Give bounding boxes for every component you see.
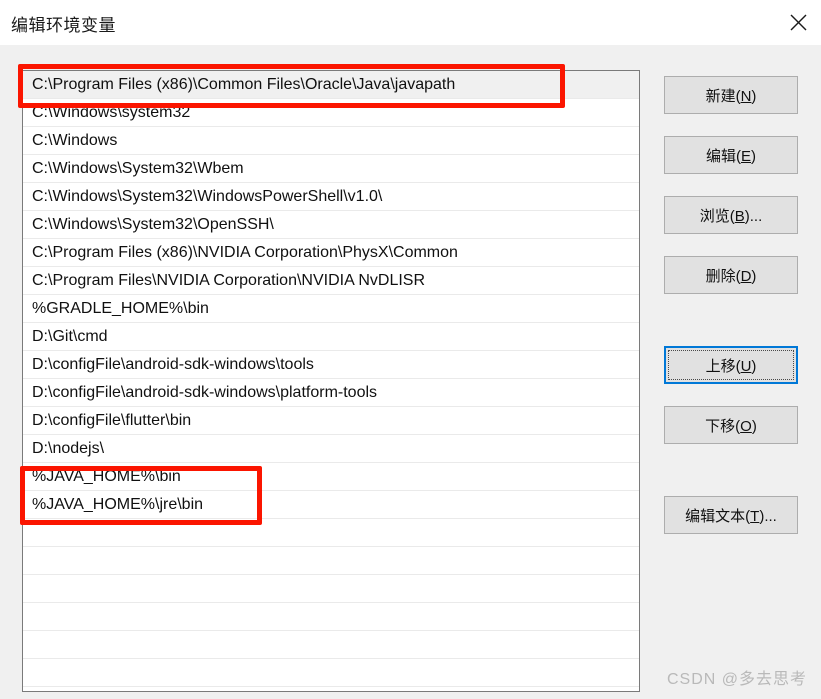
move-up-button-label: 上移(U) <box>705 357 757 375</box>
edit-text-button[interactable]: 编辑文本(T)... <box>664 496 798 534</box>
path-listbox[interactable]: C:\Program Files (x86)\Common Files\Orac… <box>22 70 640 692</box>
path-list-item[interactable]: %JAVA_HOME%\bin <box>23 463 639 491</box>
path-list-item[interactable]: C:\Windows\System32\Wbem <box>23 155 639 183</box>
path-list-item[interactable]: %GRADLE_HOME%\bin <box>23 295 639 323</box>
path-list-item[interactable]: C:\Windows\System32\WindowsPowerShell\v1… <box>23 183 639 211</box>
new-button[interactable]: 新建(N) <box>664 76 798 114</box>
page-title: 编辑环境变量 <box>11 16 116 35</box>
path-list-item[interactable]: C:\Program Files (x86)\Common Files\Orac… <box>23 71 639 99</box>
path-list-item[interactable]: %JAVA_HOME%\jre\bin <box>23 491 639 519</box>
browse-button[interactable]: 浏览(B)... <box>664 196 798 234</box>
close-icon <box>790 14 807 31</box>
edit-button[interactable]: 编辑(E) <box>664 136 798 174</box>
delete-button-label: 删除(D) <box>705 267 757 285</box>
path-list-empty-row[interactable] <box>23 519 639 547</box>
path-list-item[interactable]: D:\Git\cmd <box>23 323 639 351</box>
path-list-empty-row[interactable] <box>23 659 639 687</box>
edit-button-label: 编辑(E) <box>705 147 756 165</box>
path-list-empty-row[interactable] <box>23 575 639 603</box>
move-up-button[interactable]: 上移(U) <box>664 346 798 384</box>
path-list-item[interactable]: C:\Program Files (x86)\NVIDIA Corporatio… <box>23 239 639 267</box>
delete-button[interactable]: 删除(D) <box>664 256 798 294</box>
path-list-empty-row[interactable] <box>23 631 639 659</box>
close-button[interactable] <box>775 0 821 44</box>
watermark: CSDN @多去思考 <box>666 671 807 688</box>
path-list-item[interactable]: D:\configFile\flutter\bin <box>23 407 639 435</box>
browse-button-label: 浏览(B)... <box>699 207 763 225</box>
path-list-empty-row[interactable] <box>23 603 639 631</box>
path-list-item[interactable]: C:\Windows <box>23 127 639 155</box>
path-list-item[interactable]: C:\Windows\System32\OpenSSH\ <box>23 211 639 239</box>
path-list-item[interactable]: C:\Windows\system32 <box>23 99 639 127</box>
path-list-item[interactable]: D:\configFile\android-sdk-windows\platfo… <box>23 379 639 407</box>
path-list-empty-row[interactable] <box>23 547 639 575</box>
move-down-button-label: 下移(O) <box>705 417 757 435</box>
move-down-button[interactable]: 下移(O) <box>664 406 798 444</box>
new-button-label: 新建(N) <box>705 87 757 105</box>
title-bar: 编辑环境变量 <box>0 0 821 45</box>
edit-text-button-label: 编辑文本(T)... <box>685 507 777 525</box>
path-list-item[interactable]: C:\Program Files\NVIDIA Corporation\NVID… <box>23 267 639 295</box>
path-list-item[interactable]: D:\nodejs\ <box>23 435 639 463</box>
path-list-item[interactable]: D:\configFile\android-sdk-windows\tools <box>23 351 639 379</box>
